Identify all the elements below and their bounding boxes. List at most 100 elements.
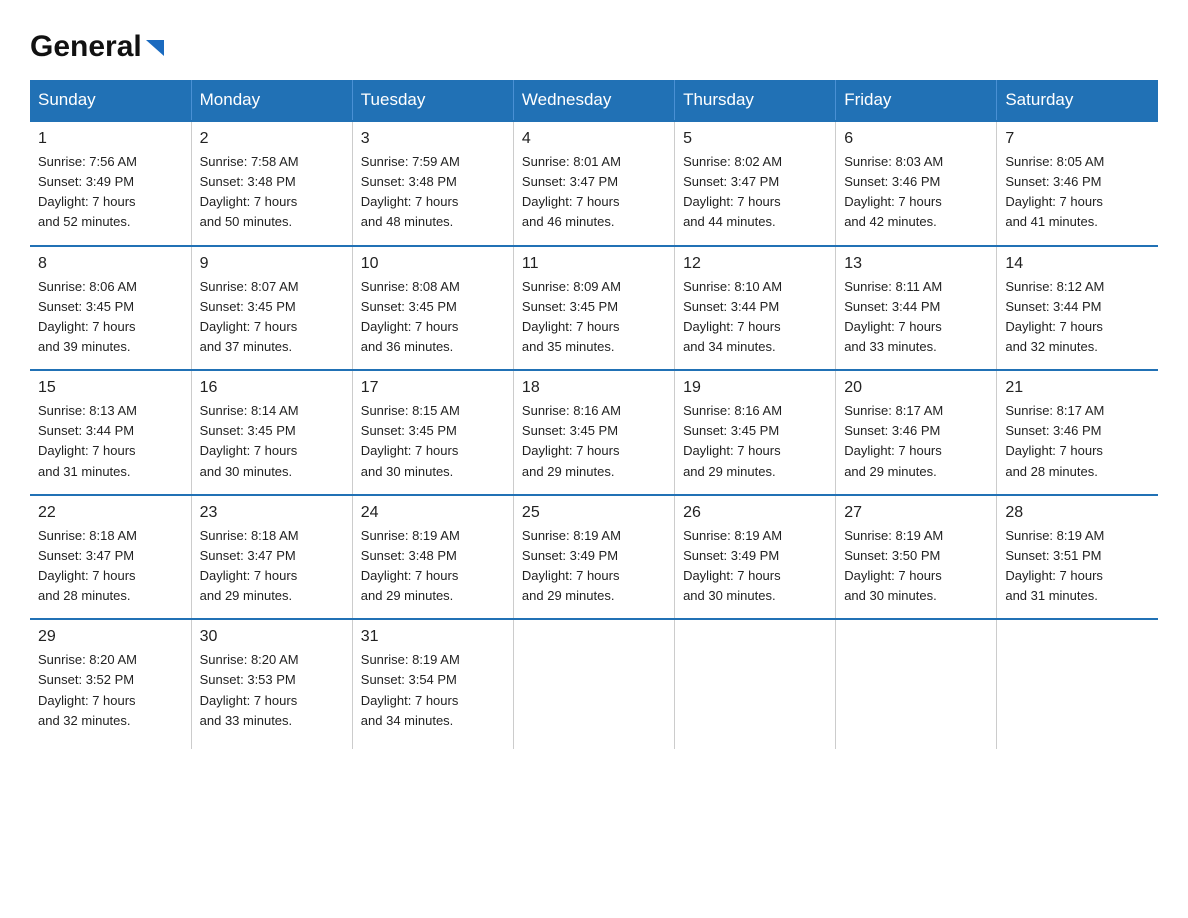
day-info: Sunrise: 8:13 AMSunset: 3:44 PMDaylight:… [38, 401, 183, 482]
col-header-monday: Monday [191, 80, 352, 121]
day-number: 18 [522, 379, 666, 397]
day-info: Sunrise: 8:19 AMSunset: 3:51 PMDaylight:… [1005, 526, 1150, 607]
day-cell: 11 Sunrise: 8:09 AMSunset: 3:45 PMDayligh… [513, 246, 674, 371]
day-info: Sunrise: 8:15 AMSunset: 3:45 PMDaylight:… [361, 401, 505, 482]
day-cell: 7 Sunrise: 8:05 AMSunset: 3:46 PMDaylight… [997, 121, 1158, 246]
day-number: 6 [844, 130, 988, 148]
day-cell: 24Sunrise: 8:19 AMSunset: 3:48 PMDayligh… [352, 495, 513, 620]
page-header: General [30, 30, 1158, 60]
day-number: 16 [200, 379, 344, 397]
day-cell: 19 Sunrise: 8:16 AMSunset: 3:45 PMDayligh… [675, 370, 836, 495]
day-number: 25 [522, 504, 666, 522]
day-info: Sunrise: 8:14 AMSunset: 3:45 PMDaylight:… [200, 401, 344, 482]
day-number: 5 [683, 130, 827, 148]
day-number: 17 [361, 379, 505, 397]
day-cell: 2 Sunrise: 7:58 AMSunset: 3:48 PMDaylight… [191, 121, 352, 246]
day-number: 1 [38, 130, 183, 148]
day-number: 2 [200, 130, 344, 148]
day-cell: 28Sunrise: 8:19 AMSunset: 3:51 PMDayligh… [997, 495, 1158, 620]
day-cell: 3 Sunrise: 7:59 AMSunset: 3:48 PMDaylight… [352, 121, 513, 246]
day-info: Sunrise: 7:58 AMSunset: 3:48 PMDaylight:… [200, 152, 344, 233]
day-cell: 30Sunrise: 8:20 AMSunset: 3:53 PMDayligh… [191, 619, 352, 749]
day-cell: 21Sunrise: 8:17 AMSunset: 3:46 PMDayligh… [997, 370, 1158, 495]
day-cell [836, 619, 997, 749]
day-info: Sunrise: 8:19 AMSunset: 3:49 PMDaylight:… [522, 526, 666, 607]
day-cell [997, 619, 1158, 749]
day-number: 29 [38, 628, 183, 646]
day-info: Sunrise: 8:16 AMSunset: 3:45 PMDaylight:… [522, 401, 666, 482]
col-header-thursday: Thursday [675, 80, 836, 121]
day-info: Sunrise: 8:03 AMSunset: 3:46 PMDaylight:… [844, 152, 988, 233]
day-cell: 16 Sunrise: 8:14 AMSunset: 3:45 PMDayligh… [191, 370, 352, 495]
day-number: 23 [200, 504, 344, 522]
day-number: 14 [1005, 255, 1150, 273]
day-cell: 9Sunrise: 8:07 AMSunset: 3:45 PMDaylight… [191, 246, 352, 371]
week-row-3: 15 Sunrise: 8:13 AMSunset: 3:44 PMDayligh… [30, 370, 1158, 495]
day-cell [675, 619, 836, 749]
calendar-table: SundayMondayTuesdayWednesdayThursdayFrid… [30, 80, 1158, 749]
week-row-2: 8 Sunrise: 8:06 AMSunset: 3:45 PMDaylight… [30, 246, 1158, 371]
day-info: Sunrise: 8:07 AMSunset: 3:45 PMDaylight:… [200, 277, 344, 358]
col-header-wednesday: Wednesday [513, 80, 674, 121]
day-info: Sunrise: 8:06 AMSunset: 3:45 PMDaylight:… [38, 277, 183, 358]
day-cell: 22Sunrise: 8:18 AMSunset: 3:47 PMDayligh… [30, 495, 191, 620]
day-number: 31 [361, 628, 505, 646]
day-cell [513, 619, 674, 749]
col-header-friday: Friday [836, 80, 997, 121]
day-info: Sunrise: 8:08 AMSunset: 3:45 PMDaylight:… [361, 277, 505, 358]
day-number: 24 [361, 504, 505, 522]
day-cell: 18 Sunrise: 8:16 AMSunset: 3:45 PMDayligh… [513, 370, 674, 495]
day-cell: 20Sunrise: 8:17 AMSunset: 3:46 PMDayligh… [836, 370, 997, 495]
day-info: Sunrise: 7:59 AMSunset: 3:48 PMDaylight:… [361, 152, 505, 233]
day-number: 7 [1005, 130, 1150, 148]
day-cell: 6 Sunrise: 8:03 AMSunset: 3:46 PMDaylight… [836, 121, 997, 246]
day-info: Sunrise: 8:01 AMSunset: 3:47 PMDaylight:… [522, 152, 666, 233]
col-header-tuesday: Tuesday [352, 80, 513, 121]
day-cell: 23 Sunrise: 8:18 AMSunset: 3:47 PMDayligh… [191, 495, 352, 620]
day-number: 8 [38, 255, 183, 273]
day-info: Sunrise: 8:09 AMSunset: 3:45 PMDaylight:… [522, 277, 666, 358]
day-cell: 31 Sunrise: 8:19 AMSunset: 3:54 PMDayligh… [352, 619, 513, 749]
day-info: Sunrise: 8:19 AMSunset: 3:49 PMDaylight:… [683, 526, 827, 607]
day-cell: 15 Sunrise: 8:13 AMSunset: 3:44 PMDayligh… [30, 370, 191, 495]
day-cell: 29Sunrise: 8:20 AMSunset: 3:52 PMDayligh… [30, 619, 191, 749]
day-number: 15 [38, 379, 183, 397]
day-info: Sunrise: 8:18 AMSunset: 3:47 PMDaylight:… [38, 526, 183, 607]
day-info: Sunrise: 8:19 AMSunset: 3:54 PMDaylight:… [361, 650, 505, 731]
day-info: Sunrise: 8:18 AMSunset: 3:47 PMDaylight:… [200, 526, 344, 607]
day-number: 27 [844, 504, 988, 522]
day-info: Sunrise: 8:16 AMSunset: 3:45 PMDaylight:… [683, 401, 827, 482]
day-info: Sunrise: 8:17 AMSunset: 3:46 PMDaylight:… [844, 401, 988, 482]
day-cell: 25 Sunrise: 8:19 AMSunset: 3:49 PMDayligh… [513, 495, 674, 620]
day-number: 13 [844, 255, 988, 273]
day-cell: 8 Sunrise: 8:06 AMSunset: 3:45 PMDaylight… [30, 246, 191, 371]
calendar-header-row: SundayMondayTuesdayWednesdayThursdayFrid… [30, 80, 1158, 121]
day-number: 4 [522, 130, 666, 148]
day-info: Sunrise: 8:11 AMSunset: 3:44 PMDaylight:… [844, 277, 988, 358]
logo: General [30, 30, 166, 60]
day-info: Sunrise: 8:02 AMSunset: 3:47 PMDaylight:… [683, 152, 827, 233]
day-info: Sunrise: 8:19 AMSunset: 3:50 PMDaylight:… [844, 526, 988, 607]
day-cell: 5 Sunrise: 8:02 AMSunset: 3:47 PMDaylight… [675, 121, 836, 246]
day-number: 12 [683, 255, 827, 273]
day-number: 11 [522, 255, 666, 273]
col-header-saturday: Saturday [997, 80, 1158, 121]
day-info: Sunrise: 8:05 AMSunset: 3:46 PMDaylight:… [1005, 152, 1150, 233]
logo-triangle-icon [144, 36, 166, 58]
day-cell: 27 Sunrise: 8:19 AMSunset: 3:50 PMDayligh… [836, 495, 997, 620]
day-info: Sunrise: 7:56 AMSunset: 3:49 PMDaylight:… [38, 152, 183, 233]
day-number: 3 [361, 130, 505, 148]
day-cell: 12 Sunrise: 8:10 AMSunset: 3:44 PMDayligh… [675, 246, 836, 371]
day-number: 19 [683, 379, 827, 397]
day-cell: 4 Sunrise: 8:01 AMSunset: 3:47 PMDaylight… [513, 121, 674, 246]
day-number: 30 [200, 628, 344, 646]
day-cell: 1 Sunrise: 7:56 AMSunset: 3:49 PMDaylight… [30, 121, 191, 246]
day-number: 26 [683, 504, 827, 522]
day-number: 21 [1005, 379, 1150, 397]
week-row-5: 29Sunrise: 8:20 AMSunset: 3:52 PMDayligh… [30, 619, 1158, 749]
day-cell: 17 Sunrise: 8:15 AMSunset: 3:45 PMDayligh… [352, 370, 513, 495]
day-cell: 14 Sunrise: 8:12 AMSunset: 3:44 PMDayligh… [997, 246, 1158, 371]
day-cell: 26 Sunrise: 8:19 AMSunset: 3:49 PMDayligh… [675, 495, 836, 620]
day-info: Sunrise: 8:10 AMSunset: 3:44 PMDaylight:… [683, 277, 827, 358]
day-info: Sunrise: 8:12 AMSunset: 3:44 PMDaylight:… [1005, 277, 1150, 358]
